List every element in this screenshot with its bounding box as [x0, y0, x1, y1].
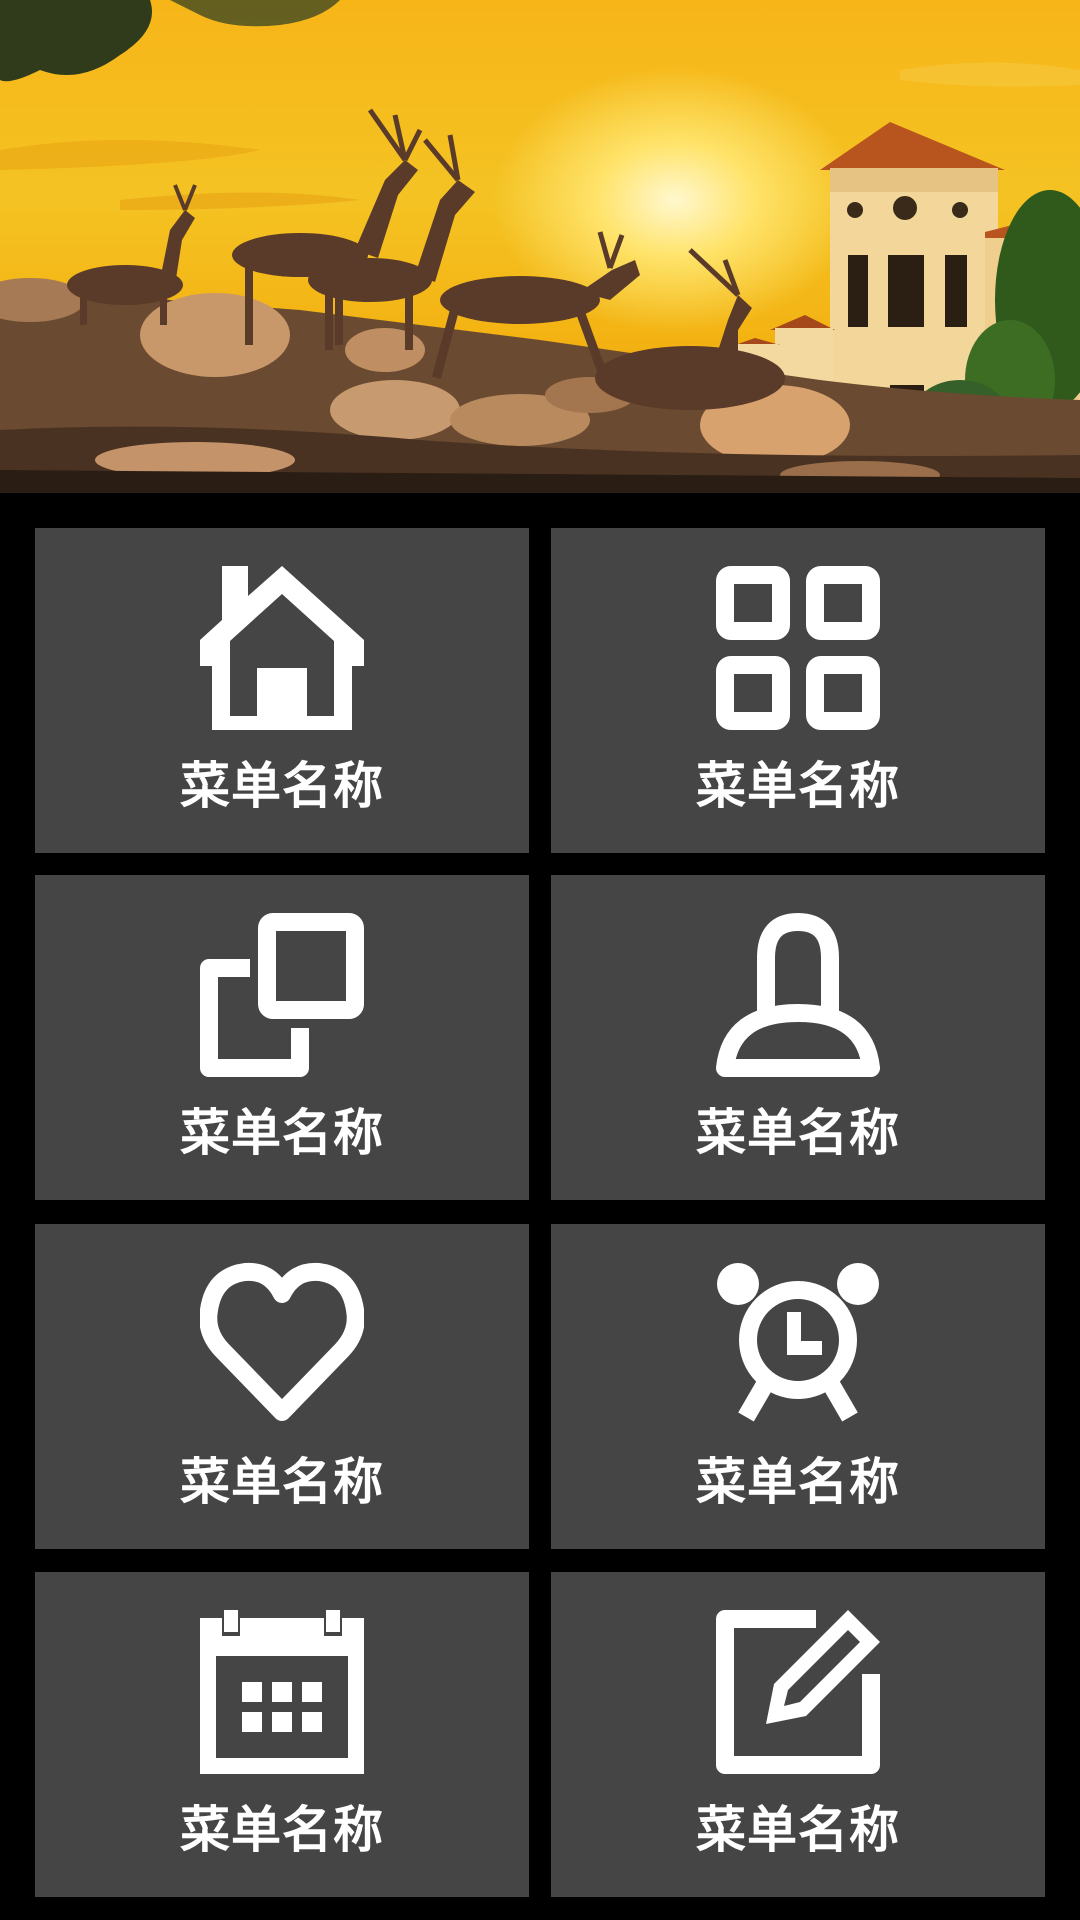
menu-item-label: 菜单名称 — [696, 1801, 900, 1859]
menu-item-label: 菜单名称 — [696, 1104, 900, 1162]
menu-item-label: 菜单名称 — [180, 757, 384, 815]
menu-item-calendar[interactable]: 菜单名称 — [35, 1572, 529, 1897]
home-icon — [200, 566, 364, 730]
menu-item-label: 菜单名称 — [180, 1104, 384, 1162]
edit-icon — [716, 1610, 880, 1774]
menu-item-home[interactable]: 菜单名称 — [35, 528, 529, 853]
menu-item-label: 菜单名称 — [180, 1801, 384, 1859]
copy-icon — [200, 913, 364, 1077]
menu-item-alarm[interactable]: 菜单名称 — [551, 1224, 1045, 1549]
user-icon — [716, 913, 880, 1077]
grid-icon — [716, 566, 880, 730]
app-root: 菜单名称 菜单名称 菜单名称 菜单名称 菜单名称 菜单名称 菜单名称 菜单名称 — [0, 0, 1080, 1920]
menu-item-grid[interactable]: 菜单名称 — [551, 528, 1045, 853]
menu-item-label: 菜单名称 — [180, 1453, 384, 1511]
menu-grid: 菜单名称 菜单名称 菜单名称 菜单名称 菜单名称 菜单名称 菜单名称 菜单名称 — [0, 0, 1080, 1920]
menu-item-heart[interactable]: 菜单名称 — [35, 1224, 529, 1549]
alarm-clock-icon — [716, 1262, 880, 1426]
calendar-icon — [200, 1610, 364, 1774]
heart-icon — [200, 1262, 364, 1426]
menu-item-copy[interactable]: 菜单名称 — [35, 875, 529, 1200]
menu-item-edit[interactable]: 菜单名称 — [551, 1572, 1045, 1897]
menu-item-user[interactable]: 菜单名称 — [551, 875, 1045, 1200]
menu-item-label: 菜单名称 — [696, 757, 900, 815]
menu-item-label: 菜单名称 — [696, 1453, 900, 1511]
